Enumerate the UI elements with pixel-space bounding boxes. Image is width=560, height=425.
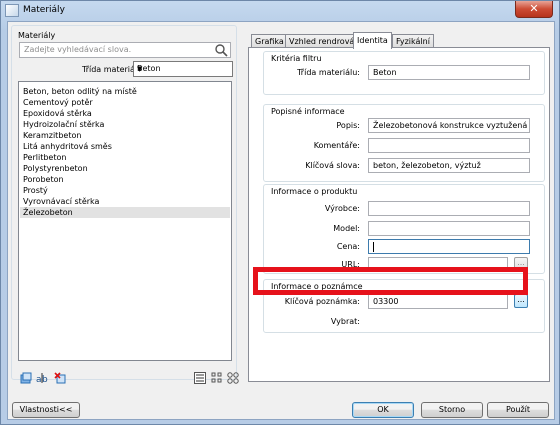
keynote-field[interactable]: 03300 [368, 294, 508, 309]
filter-criteria-title: Kritéria filtru [271, 54, 322, 63]
url-browse-button[interactable]: ... [514, 257, 528, 271]
small-icons-view-icon[interactable] [211, 372, 223, 384]
model-field[interactable] [368, 221, 530, 236]
tab-identita[interactable]: Identita [353, 32, 392, 49]
identity-panel: Kritéria filtru Třída materiálu: Beton P… [248, 47, 550, 382]
materials-dialog: Materiály ✕ Materiály Zadejte vyhledávac… [0, 0, 560, 425]
svg-text:a: a [36, 375, 42, 384]
keynote-label: Klíčová poznámka: [284, 297, 360, 306]
search-placeholder: Zadejte vyhledávací slova. [24, 45, 132, 54]
description-section: Popisné informace Popis: Železobetonová … [263, 104, 545, 182]
title-bar[interactable]: Materiály ✕ [1, 1, 559, 21]
cancel-button[interactable]: Storno [421, 402, 483, 418]
tab-grafika[interactable]: Grafika [251, 34, 288, 48]
list-item[interactable]: Prostý [20, 185, 230, 196]
list-item[interactable]: Vyrovnávací stěrka [20, 196, 230, 207]
keynote-section: Informace o poznámce Klíčová poznámka: 0… [263, 279, 545, 333]
materials-list[interactable]: Beton, beton odlitý na místě Cementový p… [18, 81, 232, 361]
comments-label: Komentáře: [313, 141, 360, 150]
manufacturer-label: Výrobce: [324, 204, 360, 213]
description-field[interactable]: Železobetonová konstrukce vyztužená váza… [368, 118, 530, 133]
keywords-label: Klíčová slova: [305, 161, 360, 170]
list-item[interactable]: Porobeton [20, 174, 230, 185]
list-item-selected[interactable]: Železobeton [20, 207, 230, 218]
product-info-title: Informace o produktu [271, 187, 358, 196]
large-icons-view-icon[interactable] [227, 372, 239, 384]
dialog-client-area: Materiály Zadejte vyhledávací slova. Tří… [7, 21, 555, 420]
window-icon [5, 4, 19, 17]
close-button[interactable]: ✕ [515, 1, 553, 18]
list-item[interactable]: Perlitbeton [20, 152, 230, 163]
new-material-icon[interactable] [20, 372, 32, 384]
materials-browser: Materiály Zadejte vyhledávací slova. Tří… [11, 25, 239, 384]
tab-fyzikalni[interactable]: Fyzikální [392, 34, 434, 48]
material-class-select[interactable]: Beton ▼ [133, 61, 233, 77]
keynote-title: Informace o poznámce [271, 282, 363, 291]
list-item[interactable]: Cementový potěr [20, 97, 230, 108]
select-label: Vybrat: [330, 317, 360, 326]
rename-icon[interactable]: a b [36, 372, 50, 384]
chevron-down-icon: ▼ [137, 65, 143, 73]
search-input[interactable]: Zadejte vyhledávací slova. [19, 42, 231, 58]
url-label: URL: [341, 260, 360, 269]
list-item[interactable]: Polystyrenbeton [20, 163, 230, 174]
browser-toolbar: a b [18, 372, 239, 386]
materials-group-label: Materiály [18, 31, 56, 40]
delete-material-icon[interactable] [54, 372, 66, 384]
filter-criteria-section: Kritéria filtru Třída materiálu: Beton [263, 51, 545, 95]
search-icon[interactable] [214, 43, 228, 57]
list-item[interactable]: Epoxidová stěrka [20, 108, 230, 119]
keywords-field[interactable]: beton, železobeton, výztuž [368, 158, 530, 173]
window-title: Materiály [23, 5, 65, 15]
apply-button[interactable]: Použít [487, 402, 549, 418]
model-label: Model: [333, 224, 360, 233]
url-field[interactable] [368, 257, 508, 272]
text-caret [373, 242, 374, 252]
keynote-browse-button[interactable]: ... [514, 294, 528, 308]
ok-button[interactable]: OK [352, 402, 414, 418]
list-item[interactable]: Keramzitbeton [20, 130, 230, 141]
comments-field[interactable] [368, 138, 530, 153]
svg-text:b: b [42, 375, 48, 384]
list-view-icon[interactable] [194, 372, 206, 384]
product-info-section: Informace o produktu Výrobce: Model: Cen… [263, 184, 545, 274]
price-field[interactable] [368, 239, 530, 254]
filter-class-label: Třída materiálu: [297, 68, 360, 77]
filter-class-field[interactable]: Beton [368, 65, 530, 80]
description-label: Popis: [336, 121, 360, 130]
list-item[interactable]: Beton, beton odlitý na místě [20, 86, 230, 97]
list-item[interactable]: Hydroizolační stěrka [20, 119, 230, 130]
properties-toggle-button[interactable]: Vlastnosti<< [12, 402, 80, 418]
manufacturer-field[interactable] [368, 201, 530, 216]
description-title: Popisné informace [271, 107, 345, 116]
price-label: Cena: [336, 242, 360, 251]
list-item[interactable]: Litá anhydritová směs [20, 141, 230, 152]
